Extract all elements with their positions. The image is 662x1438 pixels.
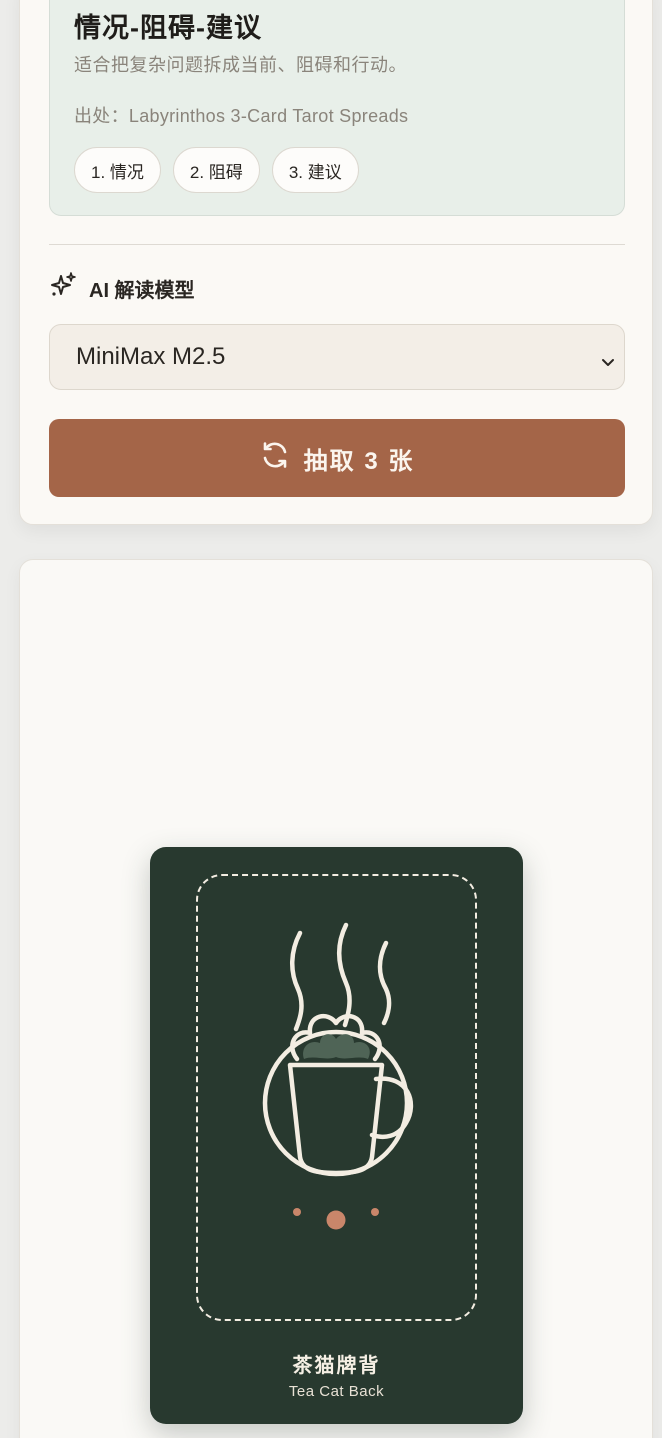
position-chips: 1. 情况 2. 阻碍 3. 建议 (74, 147, 359, 193)
page: 情况-阻碍-建议 适合把复杂问题拆成当前、阻碍和行动。 出处：Labyrinth… (0, 0, 662, 1438)
card-display-area: 茶猫牌背 Tea Cat Back (19, 559, 653, 1438)
card-back-subtitle: Tea Cat Back (288, 1383, 385, 1400)
tarot-card-back[interactable]: 茶猫牌背 Tea Cat Back (150, 847, 523, 1424)
divider (49, 244, 625, 245)
draw-cards-button[interactable]: 抽取 3 张 (49, 419, 625, 497)
spread-description: 适合把复杂问题拆成当前、阻碍和行动。 (74, 55, 407, 75)
spread-title: 情况-阻碍-建议 (74, 13, 262, 43)
refresh-icon (260, 440, 290, 477)
spread-settings-card: 情况-阻碍-建议 适合把复杂问题拆成当前、阻碍和行动。 出处：Labyrinth… (19, 0, 653, 525)
model-select[interactable]: MiniMax M2.5 (49, 324, 625, 390)
model-select-value: MiniMax M2.5 (76, 343, 226, 370)
model-label: AI 解读模型 (49, 271, 195, 305)
chevron-down-icon (600, 349, 616, 377)
position-chip-obstacle: 2. 阻碍 (172, 147, 260, 193)
spread-info-panel: 情况-阻碍-建议 适合把复杂问题拆成当前、阻碍和行动。 出处：Labyrinth… (49, 0, 625, 216)
tea-cup-icon (262, 922, 414, 1230)
position-chip-advice: 3. 建议 (271, 147, 359, 193)
card-back-title: 茶猫牌背 (292, 1355, 381, 1377)
sparkles-icon (49, 271, 77, 305)
spread-source: 出处：Labyrinthos 3-Card Tarot Spreads (74, 106, 409, 126)
draw-button-label: 抽取 3 张 (303, 447, 415, 475)
model-label-text: AI 解读模型 (89, 279, 195, 302)
position-chip-situation: 1. 情况 (74, 147, 161, 193)
